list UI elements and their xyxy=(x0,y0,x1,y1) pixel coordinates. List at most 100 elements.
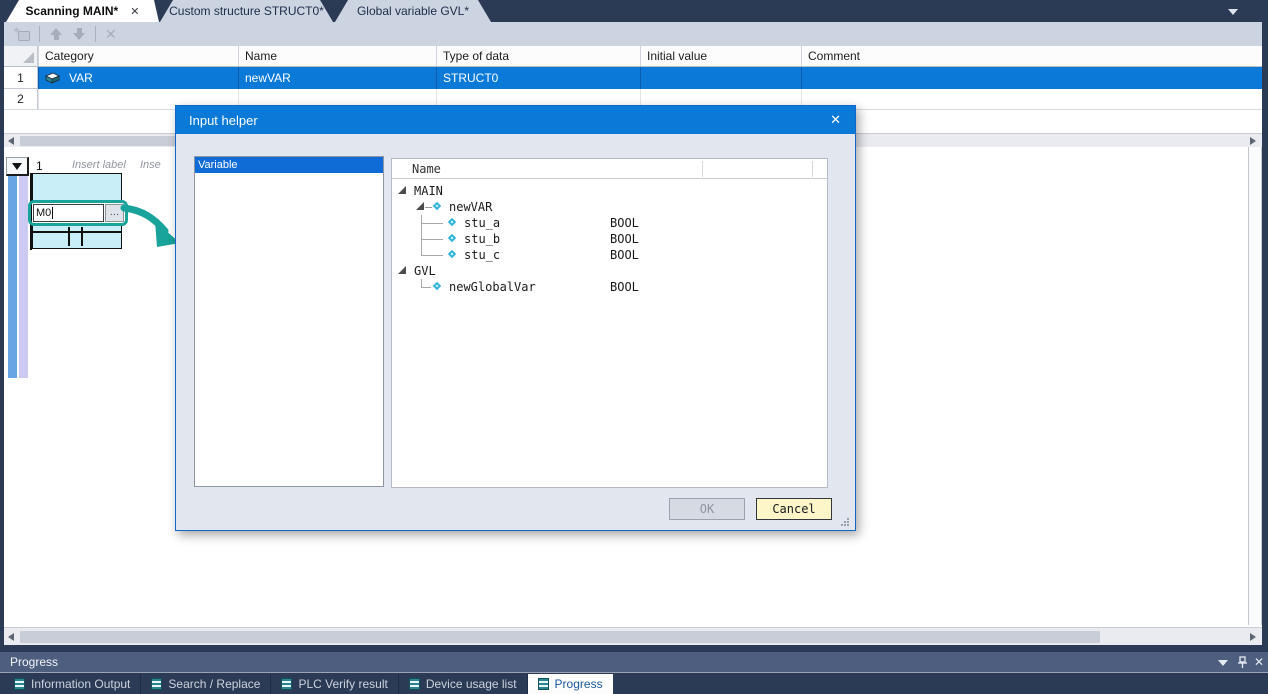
contact-symbol-right xyxy=(81,227,83,246)
rung-margin-bar-blue xyxy=(8,176,17,378)
scroll-left-icon[interactable] xyxy=(8,137,14,145)
expander-icon[interactable] xyxy=(416,202,424,210)
table-header-row: Category Name Type of data Initial value… xyxy=(4,46,1262,67)
scroll-right-icon[interactable] xyxy=(1250,633,1256,641)
category-listbox[interactable]: Variable xyxy=(194,156,384,487)
dialog-title-bar[interactable]: Input helper xyxy=(176,106,855,134)
tree-item-stu-c[interactable]: stu_c BOOL xyxy=(392,247,827,263)
scrollbar-thumb[interactable] xyxy=(20,631,1100,643)
tree-item-stu-b[interactable]: stu_b BOOL xyxy=(392,231,827,247)
var-tag-icon xyxy=(45,72,60,84)
list-icon xyxy=(409,678,420,690)
cell-comment[interactable] xyxy=(801,67,1262,89)
rung-collapse-button[interactable] xyxy=(6,157,29,176)
progress-panel-header[interactable]: Progress ✕ xyxy=(0,652,1268,673)
variable-diamond-icon xyxy=(448,250,456,258)
list-icon xyxy=(151,678,162,690)
tab-label: Global variable GVL* xyxy=(357,4,469,18)
col-header-initial[interactable]: Initial value xyxy=(640,46,801,66)
tab-search-replace[interactable]: Search / Replace xyxy=(141,674,271,694)
list-icon xyxy=(538,678,549,690)
scroll-right-icon[interactable] xyxy=(1250,137,1256,145)
row-number[interactable]: 1 xyxy=(4,67,38,89)
variable-diamond-icon xyxy=(433,282,441,290)
variable-diamond-icon xyxy=(433,202,441,210)
table-row[interactable]: 1 VAR newVAR STRUCT0 xyxy=(4,67,1262,89)
row-number[interactable]: 2 xyxy=(4,89,38,110)
operand-input[interactable]: M0 xyxy=(33,204,104,222)
tree-item-main[interactable]: MAIN xyxy=(392,183,827,199)
close-icon[interactable]: ✕ xyxy=(1254,655,1264,669)
category-item-variable[interactable]: Variable xyxy=(195,157,383,173)
tab-device-usage-list[interactable]: Device usage list xyxy=(399,674,528,694)
dialog-title: Input helper xyxy=(189,113,258,128)
variable-diamond-icon xyxy=(448,234,456,242)
chevron-down-icon[interactable] xyxy=(1228,9,1238,15)
tab-label: Scanning MAIN* xyxy=(26,4,119,18)
new-declaration-button[interactable]: ✦ xyxy=(12,26,30,42)
tab-plc-verify-result[interactable]: PLC Verify result xyxy=(271,674,398,694)
delete-button[interactable]: ✕ xyxy=(105,27,117,41)
cancel-button[interactable]: Cancel xyxy=(756,498,832,520)
document-tab-bar: Scanning MAIN* ✕ Custom structure STRUCT… xyxy=(0,0,1268,22)
toolbar-separator xyxy=(95,26,96,42)
application-window: Scanning MAIN* ✕ Custom structure STRUCT… xyxy=(0,0,1268,694)
col-header-category[interactable]: Category xyxy=(38,46,238,66)
tab-information-output[interactable]: Information Output xyxy=(4,674,141,694)
variable-diamond-icon xyxy=(448,218,456,226)
list-icon xyxy=(281,678,292,690)
cell-type[interactable]: STRUCT0 xyxy=(436,67,640,89)
ladder-contact-cell[interactable] xyxy=(32,224,122,249)
move-down-button[interactable] xyxy=(72,28,86,40)
window-right-border xyxy=(1262,22,1268,645)
tab-custom-structure[interactable]: Custom structure STRUCT0* xyxy=(160,0,333,22)
col-header-type[interactable]: Type of data xyxy=(436,46,640,66)
rung-number: 1 xyxy=(36,159,43,173)
insert-hint-clipped[interactable]: Inse xyxy=(140,159,161,171)
tree-item-type: BOOL xyxy=(610,248,639,262)
collapse-triangle-icon xyxy=(12,163,22,170)
tab-global-variable[interactable]: Global variable GVL* xyxy=(335,0,491,22)
dialog-close-icon[interactable]: ✕ xyxy=(830,112,841,127)
cell-comment[interactable] xyxy=(801,89,1262,110)
input-helper-dialog: Input helper ✕ Variable Name MAIN newVAR xyxy=(175,105,856,531)
scroll-left-icon[interactable] xyxy=(8,633,14,641)
text-caret xyxy=(52,207,53,219)
tab-scanning-main[interactable]: Scanning MAIN* ✕ xyxy=(6,0,159,22)
tree-item-newglobalvar[interactable]: newGlobalVar BOOL xyxy=(392,279,827,295)
expander-icon[interactable] xyxy=(398,186,406,194)
move-up-button[interactable] xyxy=(49,28,63,40)
cell-category[interactable]: VAR xyxy=(38,67,238,89)
list-icon xyxy=(14,678,25,690)
rung-line xyxy=(33,231,121,233)
tab-close-icon[interactable]: ✕ xyxy=(130,5,139,18)
insert-label-hint[interactable]: Insert label xyxy=(72,159,126,171)
chevron-down-icon[interactable] xyxy=(1218,660,1228,666)
resize-grip[interactable] xyxy=(841,518,850,527)
col-header-comment[interactable]: Comment xyxy=(801,46,1262,66)
rung-margin-bar-lavender xyxy=(19,176,28,378)
ok-button[interactable]: OK xyxy=(669,498,745,520)
tab-progress[interactable]: Progress xyxy=(528,674,613,694)
table-toolbar: ✦ ✕ xyxy=(0,22,1268,46)
ladder-horizontal-scrollbar[interactable] xyxy=(4,627,1262,645)
tree-header-name[interactable]: Name xyxy=(412,162,441,176)
corner-select-all[interactable] xyxy=(4,46,38,66)
cell-name[interactable]: newVAR xyxy=(238,67,436,89)
pin-icon[interactable] xyxy=(1237,656,1248,669)
box-icon xyxy=(18,31,30,41)
ladder-cell[interactable] xyxy=(32,173,122,202)
tree-item-type: BOOL xyxy=(610,280,639,294)
status-band: Progress ✕ Information Output Search / R… xyxy=(0,645,1268,694)
tree-item-newvar[interactable]: newVAR xyxy=(392,199,827,215)
panel-title: Progress xyxy=(10,655,58,669)
col-header-name[interactable]: Name xyxy=(238,46,436,66)
ladder-vertical-scrollbar[interactable] xyxy=(1248,147,1262,625)
tree-item-stu-a[interactable]: stu_a BOOL xyxy=(392,215,827,231)
tree-item-gvl[interactable]: GVL xyxy=(392,263,827,279)
toolbar-separator xyxy=(39,26,40,42)
expander-icon[interactable] xyxy=(398,266,406,274)
corner-triangle-icon xyxy=(23,52,34,63)
cell-initial[interactable] xyxy=(640,67,801,89)
tree-item-type: BOOL xyxy=(610,232,639,246)
